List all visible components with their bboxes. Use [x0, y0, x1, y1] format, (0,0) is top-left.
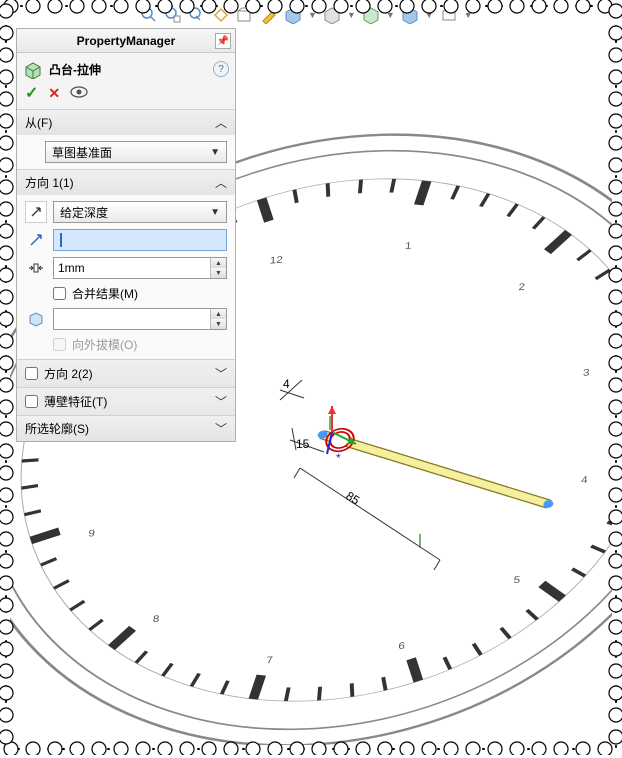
section-view-icon[interactable]: [212, 6, 230, 24]
zoom-fit-icon[interactable]: [140, 6, 158, 24]
svg-text:2: 2: [518, 282, 525, 293]
svg-text:4: 4: [581, 475, 588, 486]
chevron-down-icon: ﹀: [215, 420, 227, 437]
draft-icon: [25, 308, 47, 330]
svg-text:1: 1: [405, 241, 412, 252]
chevron-down-icon: ﹀: [215, 393, 227, 410]
svg-text:*: *: [336, 451, 341, 465]
draft-spinner[interactable]: ▲▼: [53, 308, 227, 330]
chevron-down-icon: ▼: [210, 207, 220, 218]
from-section: 从(F) ︿ 草图基准面 ▼: [17, 109, 235, 169]
dim-15: 15: [296, 437, 310, 451]
panel-header: PropertyManager 📌: [17, 29, 235, 53]
chevron-down-icon: ﹀: [215, 365, 227, 382]
from-label: 从(F): [25, 114, 52, 131]
appearance-icon[interactable]: [323, 6, 341, 24]
feature-title: 凸台-拉伸: [49, 61, 101, 78]
view-orientation-icon[interactable]: [401, 6, 419, 24]
direction1-label: 方向 1(1): [25, 174, 74, 191]
hide-show-icon[interactable]: [284, 6, 302, 24]
contours-section: 所选轮廓(S) ﹀: [17, 415, 235, 441]
direction2-label: 方向 2(2): [44, 365, 93, 382]
cancel-button[interactable]: ✕: [48, 85, 60, 102]
chevron-up-icon: ︿: [215, 174, 227, 191]
svg-text:7: 7: [266, 655, 273, 666]
dim-85: 85: [343, 489, 362, 508]
svg-text:9: 9: [88, 528, 95, 539]
spin-up-icon[interactable]: ▲: [211, 309, 226, 319]
view-toolbar: ▼ ▼ ▼ ▼ ▼: [140, 6, 473, 24]
reverse-direction-icon[interactable]: [25, 201, 47, 223]
previous-view-icon[interactable]: [188, 6, 206, 24]
svg-text:12: 12: [269, 255, 283, 267]
direction1-section: 方向 1(1) ︿ 给定深度 ▼: [17, 169, 235, 359]
draft-outward-checkbox: [53, 338, 66, 351]
svg-text:8: 8: [152, 614, 159, 625]
edit-sketch-icon[interactable]: [260, 6, 278, 24]
spin-down-icon[interactable]: ▼: [211, 319, 226, 329]
panel-title: PropertyManager: [77, 34, 176, 48]
property-manager-panel: PropertyManager 📌 凸台-拉伸 ? ✓ ✕ 从(F) ︿ 草图基…: [16, 28, 236, 442]
merge-result-checkbox[interactable]: [53, 287, 66, 300]
direction-vector-input[interactable]: [53, 229, 227, 251]
help-icon[interactable]: ?: [213, 61, 229, 77]
render-icon[interactable]: [440, 6, 458, 24]
from-header[interactable]: 从(F) ︿: [17, 110, 235, 135]
direction2-header[interactable]: 方向 2(2) ﹀: [17, 360, 235, 387]
contours-header[interactable]: 所选轮廓(S) ﹀: [17, 416, 235, 441]
chevron-down-icon: ▼: [210, 147, 220, 158]
pin-icon[interactable]: 📌: [215, 33, 231, 49]
thin-label: 薄壁特征(T): [44, 393, 107, 410]
thin-header[interactable]: 薄壁特征(T) ﹀: [17, 388, 235, 415]
direction1-header[interactable]: 方向 1(1) ︿: [17, 170, 235, 195]
boss-extrude-icon: [23, 59, 43, 79]
dim-4: 4: [283, 377, 290, 391]
thin-checkbox[interactable]: [25, 395, 38, 408]
direction2-section: 方向 2(2) ﹀: [17, 359, 235, 387]
chevron-up-icon: ︿: [215, 114, 227, 131]
end-condition-dropdown[interactable]: 给定深度 ▼: [53, 201, 227, 223]
merge-result-label: 合并结果(M): [72, 285, 138, 302]
depth-icon: [25, 257, 47, 279]
start-condition-value: 草图基准面: [52, 144, 112, 161]
scene-icon[interactable]: [362, 6, 380, 24]
depth-spinner[interactable]: 1mm ▲▼: [53, 257, 227, 279]
depth-value: 1mm: [58, 261, 85, 275]
display-style-icon[interactable]: [236, 6, 254, 24]
ok-button[interactable]: ✓: [25, 83, 38, 103]
start-condition-dropdown[interactable]: 草图基准面 ▼: [45, 141, 227, 163]
svg-text:6: 6: [398, 641, 405, 652]
spin-up-icon[interactable]: ▲: [211, 258, 226, 268]
thin-section: 薄壁特征(T) ﹀: [17, 387, 235, 415]
svg-text:5: 5: [513, 575, 520, 586]
zoom-area-icon[interactable]: [164, 6, 182, 24]
direction-vector-icon: [25, 229, 47, 251]
detailed-preview-icon[interactable]: [70, 85, 88, 102]
direction2-checkbox[interactable]: [25, 367, 38, 380]
contours-label: 所选轮廓(S): [25, 420, 89, 437]
spin-down-icon[interactable]: ▼: [211, 268, 226, 278]
end-condition-value: 给定深度: [60, 204, 108, 221]
draft-outward-label: 向外拔模(O): [72, 336, 137, 353]
svg-text:3: 3: [582, 367, 589, 378]
